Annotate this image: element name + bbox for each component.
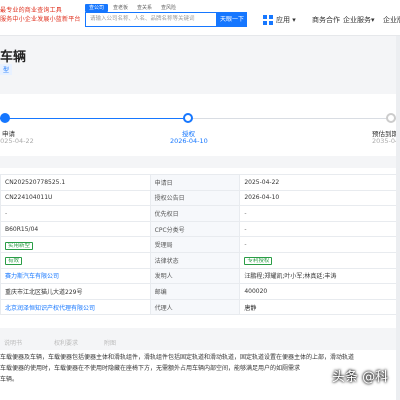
info-value: B60R15/04 <box>0 220 151 238</box>
table-row: 有效 法律状态 专利授权 <box>0 251 400 269</box>
nav-enterprise-edition[interactable]: 企业版 <box>383 15 400 25</box>
info-value: - <box>239 205 400 222</box>
info-label: 优先权日 <box>149 205 241 222</box>
tab-risk[interactable]: 查风险 <box>157 4 180 12</box>
tab-boss[interactable]: 查老板 <box>109 4 132 12</box>
search-button[interactable]: 天眼一下 <box>217 12 247 27</box>
search-input[interactable]: 请输入公司名称、人名、品牌名称等关键词 <box>85 12 217 27</box>
table-row: 赛力斯汽车有限公司 发明人 汪鹏程;郑耀凯;叶小军;林真廷;丰涛 <box>0 267 400 285</box>
timeline-date-grant: 2026-04-10 <box>170 137 208 145</box>
grid-icon <box>263 15 273 25</box>
tab-relation[interactable]: 查关系 <box>133 4 156 12</box>
page-title: 车辆 <box>0 50 27 65</box>
table-row: CN224104011U 授权公告日 2026-04-10 <box>0 189 400 207</box>
brand-line-2: 服务中小企业发展小蓝新平台 <box>0 16 81 23</box>
document-tabs: 说明书 权利要求 附图 <box>0 334 400 348</box>
info-label: 申请日 <box>149 174 241 191</box>
type-badge: 型 <box>0 64 13 75</box>
info-value: 400020 <box>239 283 400 300</box>
info-label: CPC分类号 <box>149 220 241 238</box>
chevron-down-icon: ▾ <box>371 16 375 24</box>
status-badge: 有效 <box>5 257 23 266</box>
timeline-remaining-line <box>188 118 400 119</box>
info-label: 代理人 <box>149 298 241 316</box>
watermark: 头条 @科 <box>332 370 389 385</box>
info-value: 重庆市江北区猫儿大道229号 <box>0 283 151 300</box>
applicant-link[interactable]: 赛力斯汽车有限公司 <box>0 267 151 285</box>
nav-enterprise-service-label: 企业服务 <box>343 16 371 24</box>
timeline-node-grant <box>183 113 193 123</box>
tab-claims[interactable]: 权利要求 <box>54 338 78 347</box>
agency-link[interactable]: 北京润泽恒知识产权代理有限公司 <box>0 298 151 316</box>
chevron-down-icon: ▾ <box>292 16 296 24</box>
info-value-cell: 专利授权 <box>239 251 400 269</box>
scrollbar[interactable] <box>396 36 400 400</box>
info-value-cell: 有效 <box>0 251 151 269</box>
timeline-progress-line <box>0 118 188 119</box>
timeline-node-apply <box>0 113 10 123</box>
table-row: 北京润泽恒知识产权代理有限公司 代理人 唐静 <box>0 298 400 316</box>
info-label: 发明人 <box>149 267 241 285</box>
info-value: 汪鹏程;郑耀凯;叶小军;林真廷;丰涛 <box>239 267 400 285</box>
legal-status-badge: 专利授权 <box>244 257 273 266</box>
info-value: CN224104011U <box>0 189 151 207</box>
table-row: - 优先权日 - <box>0 205 400 222</box>
tab-description[interactable]: 说明书 <box>4 338 22 347</box>
search-tabs: 查公司 查老板 查关系 查风险 <box>85 4 180 12</box>
info-value: 2026-04-10 <box>239 189 400 207</box>
info-value: - <box>239 236 400 253</box>
timeline-node-expire <box>386 113 396 123</box>
tab-company[interactable]: 查公司 <box>85 4 109 12</box>
table-row: 重庆市江北区猫儿大道229号 邮编 400020 <box>0 283 400 300</box>
info-value: - <box>0 205 151 222</box>
info-label: 授权公告日 <box>149 189 241 207</box>
patent-info-table: CN202520778525.1 申请日 2025-04-22 CN22410401… <box>0 174 400 316</box>
top-header: 最专业的商业查询工具 服务中小企业发展小蓝新平台 查公司 查老板 查关系 查风险… <box>0 0 400 36</box>
info-label: 法律状态 <box>149 251 241 269</box>
info-label: 受理局 <box>149 236 241 253</box>
info-value-cell: 实用新型 <box>0 236 151 253</box>
patent-info-panel: CN202520778525.1 申请日 2025-04-22 CN22410401… <box>0 168 400 328</box>
brand-logo[interactable]: 最专业的商业查询工具 服务中小企业发展小蓝新平台 <box>0 6 82 24</box>
patent-timeline: 申请 2025-04-22 授权 2026-04-10 预估到期 2035-04… <box>0 94 400 156</box>
table-row: B60R15/04 CPC分类号 - <box>0 220 400 238</box>
nav-business[interactable]: 商务合作 <box>312 15 340 25</box>
app-label: 应用 <box>276 16 290 24</box>
patent-type-badge: 实用新型 <box>5 241 34 250</box>
table-row: 实用新型 受理局 - <box>0 236 400 253</box>
brand-line-1: 最专业的商业查询工具 <box>0 7 63 14</box>
nav-enterprise-service[interactable]: 企业服务▾ <box>343 15 375 25</box>
info-value: 2025-04-22 <box>239 174 400 191</box>
info-label: 邮编 <box>149 283 241 300</box>
info-value: - <box>239 220 400 238</box>
info-value: CN202520778525.1 <box>0 174 151 191</box>
app-menu-button[interactable]: 应用 ▾ <box>276 15 296 25</box>
table-row: CN202520778525.1 申请日 2025-04-22 <box>0 174 400 191</box>
timeline-date-apply: 2025-04-22 <box>0 137 34 145</box>
info-value: 唐静 <box>239 298 400 316</box>
abstract-line: 车载便器及车辆，车载便器包括便器主体和滑轨组件，滑轨组件包括固定轨道和滑动轨道，… <box>0 354 355 361</box>
tab-drawings[interactable]: 附图 <box>104 338 116 347</box>
